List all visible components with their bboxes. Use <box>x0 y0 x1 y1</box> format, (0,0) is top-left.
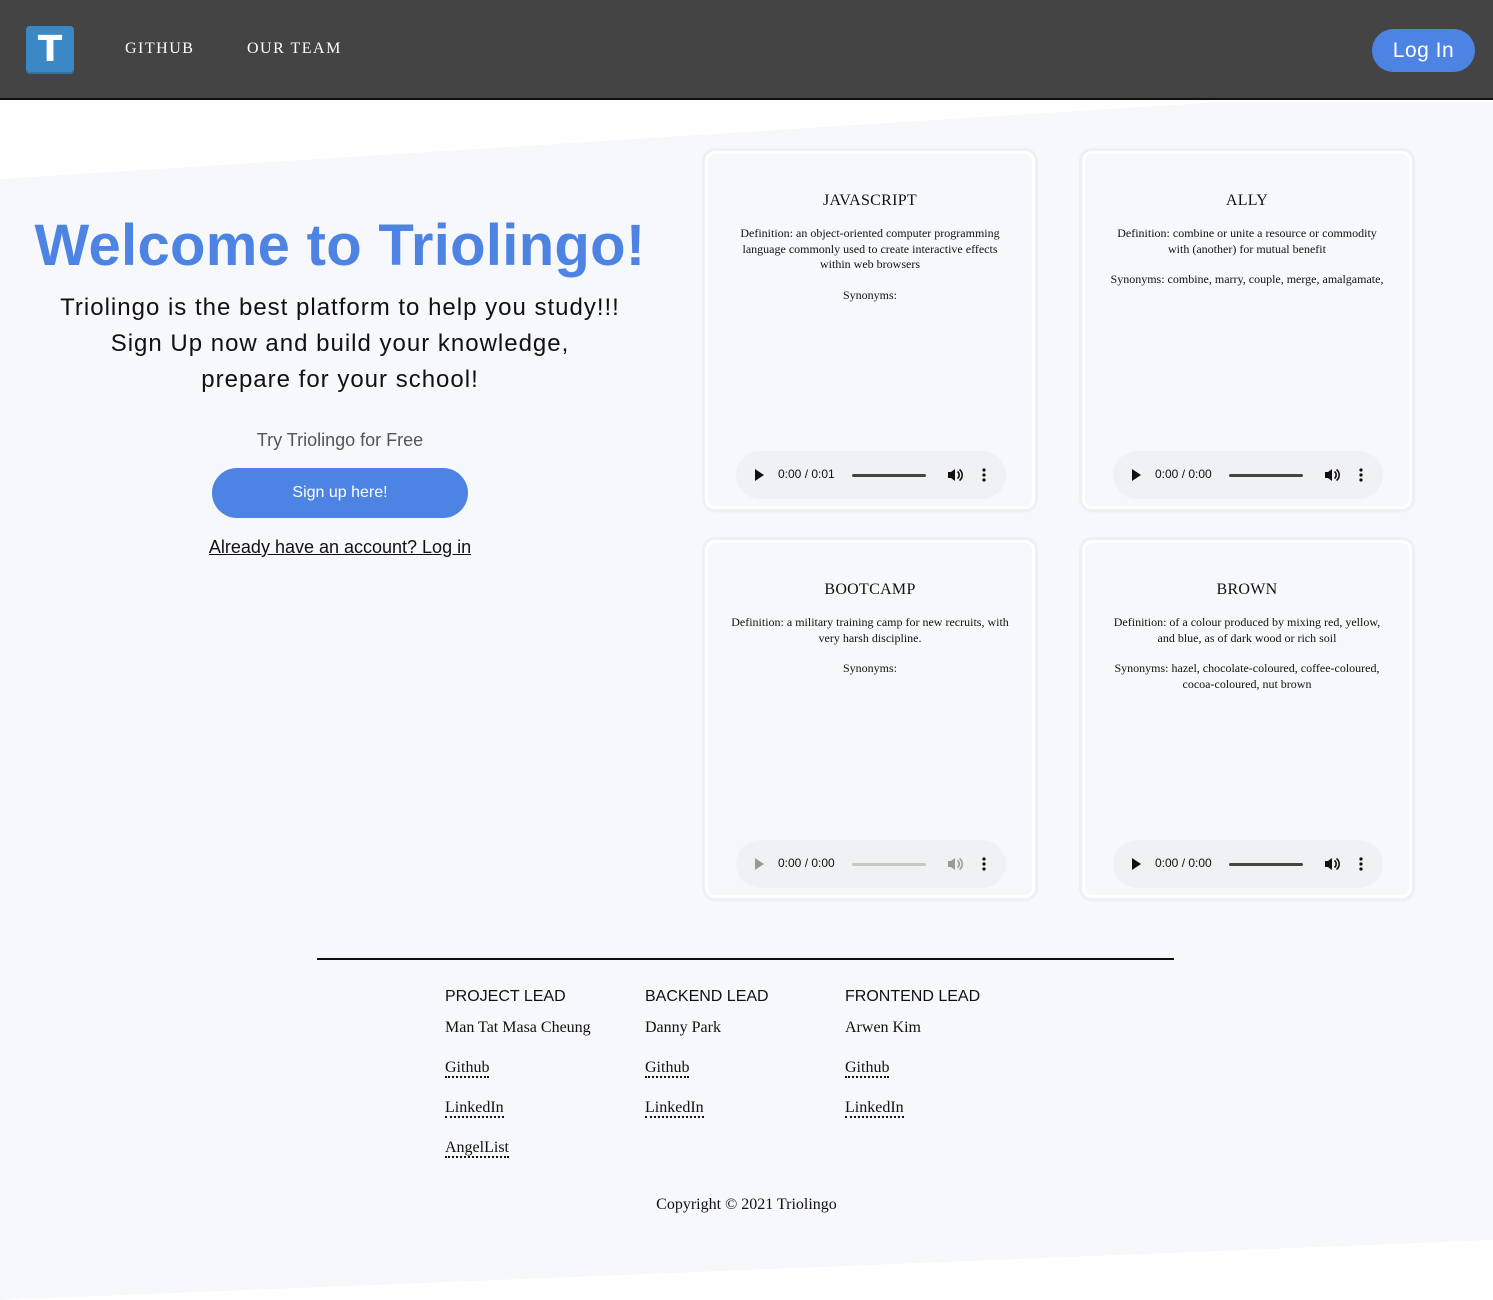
card-synonyms: Synonyms: <box>842 661 897 675</box>
team-member-name: Arwen Kim <box>845 1019 921 1036</box>
audio-progress-track[interactable] <box>852 863 926 866</box>
card-word: ALLY <box>1225 192 1269 209</box>
card-definition: Definition: combine or unite a resource … <box>1117 226 1377 256</box>
word-card: BOOTCAMP Definition: a military training… <box>705 540 1035 898</box>
card-synonyms: Synonyms: <box>842 288 897 302</box>
signup-button[interactable]: Sign up here! <box>212 468 468 518</box>
linkedin-link[interactable]: LinkedIn <box>445 1099 504 1118</box>
audio-player: 0:00 / 0:00 <box>736 840 1006 888</box>
audio-progress-track[interactable] <box>1229 863 1303 866</box>
word-card: JAVASCRIPT Definition: an object-oriente… <box>705 151 1035 509</box>
audio-time: 0:00 / 0:00 <box>1155 856 1212 870</box>
more-options-icon[interactable] <box>982 857 986 871</box>
hero-title: Welcome to Triolingo! <box>34 213 646 278</box>
more-options-icon[interactable] <box>1359 468 1363 482</box>
team-column-backend-lead: BACKEND LEAD Danny Park Github LinkedIn <box>645 988 845 1121</box>
linkedin-link[interactable]: LinkedIn <box>845 1099 904 1118</box>
audio-player: 0:00 / 0:01 <box>736 451 1006 499</box>
login-button[interactable]: Log In <box>1372 29 1475 72</box>
copyright-text: Copyright © 2021 Triolingo <box>656 1196 837 1213</box>
team-member-name: Man Tat Masa Cheung <box>445 1019 591 1036</box>
word-card: ALLY Definition: combine or unite a reso… <box>1082 151 1412 509</box>
play-icon[interactable] <box>755 858 764 870</box>
card-definition: Definition: an object-oriented computer … <box>740 226 1000 271</box>
team-role: PROJECT LEAD <box>445 988 566 1005</box>
play-icon[interactable] <box>1132 858 1141 870</box>
card-definition: Definition: of a colour produced by mixi… <box>1113 615 1381 645</box>
linkedin-link[interactable]: LinkedIn <box>645 1099 704 1118</box>
logo-letter: T <box>37 29 63 70</box>
volume-icon[interactable] <box>1323 466 1341 484</box>
volume-icon[interactable] <box>946 855 964 873</box>
audio-time: 0:00 / 0:00 <box>778 856 835 870</box>
card-word: BOOTCAMP <box>824 581 916 598</box>
audio-progress-track[interactable] <box>1229 474 1303 477</box>
volume-icon[interactable] <box>1323 855 1341 873</box>
audio-player: 0:00 / 0:00 <box>1113 451 1383 499</box>
more-options-icon[interactable] <box>982 468 986 482</box>
audio-player: 0:00 / 0:00 <box>1113 840 1383 888</box>
footer-divider <box>317 958 1174 960</box>
github-link[interactable]: Github <box>445 1059 490 1078</box>
card-synonyms: Synonyms: hazel, chocolate-coloured, cof… <box>1114 661 1380 691</box>
card-word: BROWN <box>1216 581 1278 598</box>
try-free-text: Try Triolingo for Free <box>256 430 424 450</box>
play-icon[interactable] <box>755 469 764 481</box>
hero-subtitle-line: prepare for your school! <box>201 366 479 393</box>
card-synonyms: Synonyms: combine, marry, couple, merge,… <box>1110 272 1384 286</box>
team-column-project-lead: PROJECT LEAD Man Tat Masa Cheung Github … <box>445 988 645 1161</box>
hero-subtitle-line: Sign Up now and build your knowledge, <box>110 330 570 357</box>
play-icon[interactable] <box>1132 469 1141 481</box>
card-word: JAVASCRIPT <box>822 192 917 209</box>
hero-subtitle-line: Triolingo is the best platform to help y… <box>60 294 620 321</box>
logo-icon[interactable]: T <box>26 26 74 74</box>
more-options-icon[interactable] <box>1359 857 1363 871</box>
word-card: BROWN Definition: of a colour produced b… <box>1082 540 1412 898</box>
angellist-link[interactable]: AngelList <box>445 1139 509 1158</box>
team-member-name: Danny Park <box>645 1019 721 1036</box>
audio-time: 0:00 / 0:00 <box>1155 467 1212 481</box>
nav-our-team-link[interactable]: OUR TEAM <box>247 40 342 58</box>
audio-progress-track[interactable] <box>852 474 926 477</box>
team-column-frontend-lead: FRONTEND LEAD Arwen Kim Github LinkedIn <box>845 988 1045 1121</box>
team-role: FRONTEND LEAD <box>845 988 981 1005</box>
github-link[interactable]: Github <box>845 1059 890 1078</box>
volume-icon[interactable] <box>946 466 964 484</box>
audio-time: 0:00 / 0:01 <box>778 467 835 481</box>
github-link[interactable]: Github <box>645 1059 690 1078</box>
top-navbar: T GITHUB OUR TEAM Log In <box>0 0 1493 100</box>
team-role: BACKEND LEAD <box>645 988 769 1005</box>
card-definition: Definition: a military training camp for… <box>731 615 1009 645</box>
login-link[interactable]: Already have an account? Log in <box>0 537 680 558</box>
hero-subtitle: Triolingo is the best platform to help y… <box>0 290 680 398</box>
nav-github-link[interactable]: GITHUB <box>125 40 194 58</box>
